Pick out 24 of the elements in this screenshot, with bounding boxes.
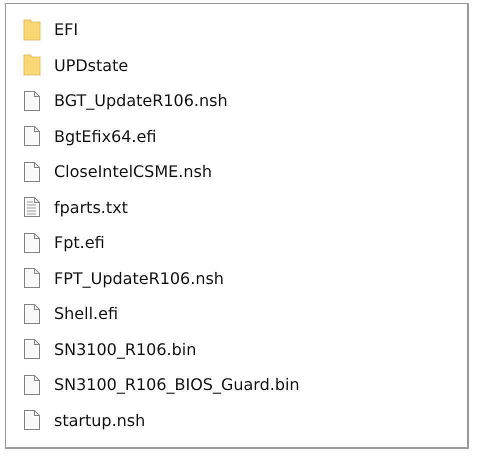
file-icon [23, 338, 41, 360]
file-name[interactable]: fparts.txt [54, 198, 128, 217]
file-name[interactable]: UPDstate [54, 56, 128, 75]
file-name[interactable]: Fpt.efi [54, 233, 105, 252]
file-icon [23, 125, 41, 148]
file-icon [23, 160, 41, 183]
file-icon [23, 267, 41, 290]
file-icon [23, 302, 41, 325]
file-name[interactable]: startup.nsh [54, 410, 146, 430]
file-icon [23, 232, 41, 254]
folder-icon [23, 18, 41, 41]
file-icon [23, 409, 41, 432]
folder-icon [23, 54, 41, 76]
file-name[interactable]: FPT_UpdateR106.nsh [54, 268, 224, 288]
file-icon [23, 374, 41, 396]
file-name[interactable]: SN3100_R106_BIOS_Guard.bin [54, 375, 300, 394]
text-file-icon [23, 196, 41, 218]
file-name[interactable]: Shell.efi [54, 304, 118, 324]
file-icon [23, 90, 41, 112]
file-name[interactable]: BGT_UpdateR106.nsh [54, 91, 228, 110]
file-name[interactable]: EFI [54, 20, 78, 40]
file-name[interactable]: CloseIntelCSME.nsh [54, 162, 212, 182]
file-name[interactable]: SN3100_R106.bin [54, 340, 196, 359]
file-name[interactable]: BgtEfix64.efi [54, 126, 156, 146]
